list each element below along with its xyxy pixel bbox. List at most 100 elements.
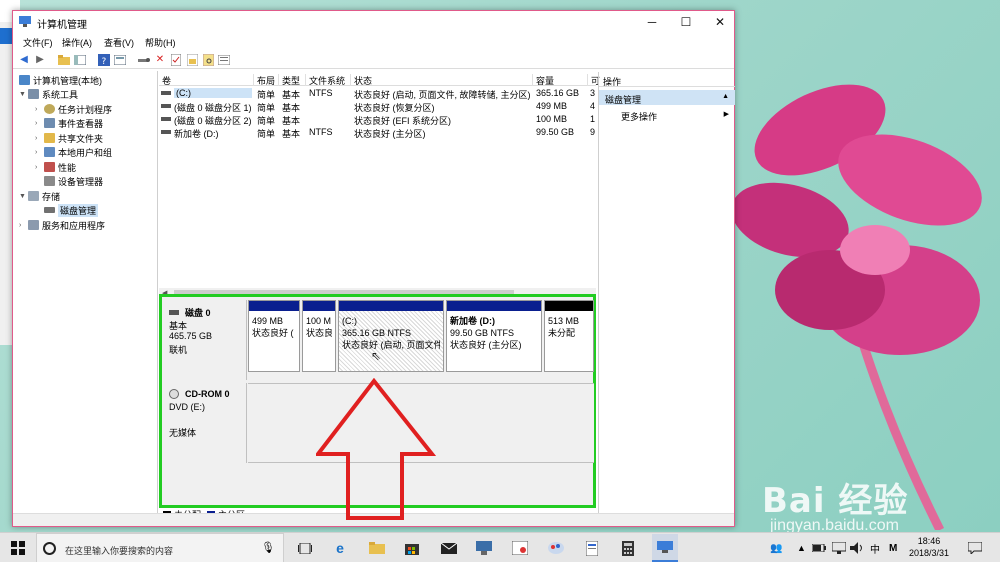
start-button[interactable] bbox=[0, 533, 36, 562]
tree-label: 共享文件夹 bbox=[58, 133, 104, 144]
system-clock[interactable]: 18:46 2018/3/31 bbox=[906, 535, 952, 559]
disk0-partitions: 499 MB 状态良好 ( 100 M 状态良 (C:) 365.16 GB N… bbox=[248, 300, 594, 372]
tree-root[interactable]: 计算机管理(本地) bbox=[19, 73, 102, 87]
collapsed-arrow-icon[interactable]: › bbox=[35, 120, 44, 127]
menu-file[interactable]: 文件(F) bbox=[23, 36, 53, 49]
partition-unallocated[interactable]: 513 MB 未分配 bbox=[544, 300, 594, 372]
users-icon bbox=[44, 147, 55, 157]
mail-icon[interactable] bbox=[440, 539, 458, 557]
paint-app-icon[interactable] bbox=[547, 539, 565, 557]
svg-text:?: ? bbox=[102, 57, 107, 66]
microphone-icon[interactable]: 🎙 bbox=[261, 541, 275, 554]
volume-capacity: 365.16 GB bbox=[536, 88, 580, 98]
menu-action[interactable]: 操作(A) bbox=[62, 36, 92, 49]
tree-task-scheduler[interactable]: › 任务计划程序 bbox=[35, 102, 112, 116]
taskbar-search-box[interactable]: 在这里输入你要搜索的内容 🎙 bbox=[36, 533, 284, 562]
up-folder-icon[interactable] bbox=[57, 53, 71, 66]
col-status[interactable]: 状态 bbox=[351, 74, 533, 86]
properties-icon[interactable] bbox=[113, 53, 127, 66]
collapse-up-icon[interactable]: ▲ bbox=[722, 93, 729, 100]
expanded-arrow-icon[interactable]: ▼ bbox=[19, 91, 28, 98]
notifications-icon[interactable] bbox=[968, 533, 982, 562]
connect-icon[interactable] bbox=[137, 53, 151, 66]
partition-c[interactable]: (C:) 365.16 GB NTFS 状态良好 (启动, 页面文件 ⇖ bbox=[338, 300, 444, 372]
computer-management-taskbar-icon[interactable] bbox=[652, 534, 678, 562]
col-layout[interactable]: 布局 bbox=[254, 74, 279, 86]
edge-browser-icon[interactable]: e bbox=[331, 539, 349, 557]
partition-recovery[interactable]: 499 MB 状态良好 ( bbox=[248, 300, 300, 372]
battery-icon[interactable] bbox=[812, 533, 826, 562]
minimize-button[interactable]: ─ bbox=[635, 11, 669, 33]
tree-services-apps[interactable]: › 服务和应用程序 bbox=[19, 218, 105, 232]
disk0-status: 联机 bbox=[169, 345, 188, 355]
delete-icon[interactable]: ✕ bbox=[153, 53, 167, 66]
table-row[interactable]: (C:) 简单 基本 NTFS 状态良好 (启动, 页面文件, 故障转储, 主分… bbox=[159, 87, 596, 100]
tree-shared-folders[interactable]: › 共享文件夹 bbox=[35, 131, 103, 145]
tree-system-tools[interactable]: ▼ 系统工具 bbox=[19, 87, 78, 101]
table-row[interactable]: 新加卷 (D:) 简单 基本 NTFS 状态良好 (主分区) 99.50 GB … bbox=[159, 126, 596, 139]
store-icon[interactable] bbox=[403, 539, 421, 557]
new-folder-icon[interactable] bbox=[185, 53, 199, 66]
partition-d[interactable]: 新加卷 (D:) 99.50 GB NTFS 状态良好 (主分区) bbox=[446, 300, 542, 372]
partition-label: (C:) bbox=[342, 316, 357, 326]
collapsed-arrow-icon[interactable]: › bbox=[35, 149, 44, 156]
menu-view[interactable]: 查看(V) bbox=[104, 36, 134, 49]
app-window-icon[interactable] bbox=[511, 539, 529, 557]
tree-storage[interactable]: ▼ 存储 bbox=[19, 189, 60, 203]
search-folder-icon[interactable] bbox=[201, 53, 215, 66]
collapsed-arrow-icon[interactable]: › bbox=[19, 222, 28, 229]
actions-more-label: 更多操作 bbox=[621, 112, 658, 122]
partition-efi[interactable]: 100 M 状态良 bbox=[302, 300, 336, 372]
col-type[interactable]: 类型 bbox=[279, 74, 306, 86]
ime-language[interactable]: 中 bbox=[870, 533, 880, 562]
col-capacity[interactable]: 容量 bbox=[533, 74, 588, 86]
col-free[interactable]: 可 bbox=[588, 74, 600, 86]
tree-event-viewer[interactable]: › 事件查看器 bbox=[35, 116, 103, 130]
tree-device-manager[interactable]: 设备管理器 bbox=[44, 174, 103, 188]
cortana-icon bbox=[43, 542, 56, 555]
title-bar[interactable]: 计算机管理 ─ ☐ ✕ bbox=[13, 11, 734, 33]
close-button[interactable]: ✕ bbox=[703, 11, 737, 33]
network-icon[interactable] bbox=[832, 533, 846, 562]
partition-text: 100 M 状态良 bbox=[306, 315, 332, 368]
disk0-info[interactable]: 磁盘 0 基本 465.75 GB 联机 bbox=[165, 300, 247, 380]
checklist-icon[interactable] bbox=[169, 53, 183, 66]
storage-icon bbox=[28, 191, 39, 201]
actions-more[interactable]: 更多操作 ▶ bbox=[599, 108, 735, 122]
back-arrow-icon[interactable]: ◀ bbox=[17, 53, 31, 66]
watermark-logo-text: Bai 经验 bbox=[762, 481, 909, 521]
volume-bar-icon bbox=[161, 117, 171, 121]
actions-section-disk-management[interactable]: 磁盘管理 ▲ bbox=[599, 90, 735, 105]
task-view-icon[interactable] bbox=[296, 539, 314, 557]
expanded-arrow-icon[interactable]: ▼ bbox=[19, 193, 28, 200]
forward-arrow-icon[interactable]: ▶ bbox=[33, 53, 47, 66]
cdrom-info[interactable]: CD-ROM 0 DVD (E:) 无媒体 bbox=[165, 383, 247, 463]
col-filesystem[interactable]: 文件系统 bbox=[306, 74, 351, 86]
table-row[interactable]: (磁盘 0 磁盘分区 1) 简单 基本 状态良好 (恢复分区) 499 MB 4 bbox=[159, 100, 596, 113]
people-icon[interactable]: 👥 bbox=[770, 533, 782, 562]
collapsed-arrow-icon[interactable]: › bbox=[35, 164, 44, 171]
calculator-icon[interactable] bbox=[619, 539, 637, 557]
menu-bar: 文件(F) 操作(A) 查看(V) 帮助(H) bbox=[13, 33, 734, 49]
view-list-icon[interactable] bbox=[217, 53, 231, 66]
menu-help[interactable]: 帮助(H) bbox=[145, 36, 176, 49]
show-hidden-icons-chevron-icon[interactable]: ▲ bbox=[797, 533, 806, 562]
tree-performance[interactable]: › 性能 bbox=[35, 160, 76, 174]
volume-icon[interactable] bbox=[850, 533, 864, 562]
help-icon[interactable]: ? bbox=[97, 53, 111, 66]
document-app-icon[interactable] bbox=[583, 539, 601, 557]
cdrom-drive: DVD (E:) bbox=[169, 402, 205, 412]
table-row[interactable]: (磁盘 0 磁盘分区 2) 简单 基本 状态良好 (EFI 系统分区) 100 … bbox=[159, 113, 596, 126]
ime-mode[interactable]: M bbox=[889, 533, 897, 562]
collapsed-arrow-icon[interactable]: › bbox=[35, 106, 44, 113]
taskbar: 在这里输入你要搜索的内容 🎙 e 👥 ▲ 中 M 18:46 2018/3/31 bbox=[0, 532, 1000, 562]
tree-disk-management[interactable]: 磁盘管理 bbox=[44, 203, 99, 217]
file-explorer-icon[interactable] bbox=[368, 539, 386, 557]
volume-capacity: 499 MB bbox=[536, 101, 568, 111]
network-app-icon[interactable] bbox=[475, 539, 493, 557]
tree-local-users[interactable]: › 本地用户和组 bbox=[35, 145, 112, 159]
collapsed-arrow-icon[interactable]: › bbox=[35, 135, 44, 142]
col-volume[interactable]: 卷 bbox=[159, 74, 254, 86]
maximize-button[interactable]: ☐ bbox=[669, 11, 703, 33]
show-tree-icon[interactable] bbox=[73, 53, 87, 66]
